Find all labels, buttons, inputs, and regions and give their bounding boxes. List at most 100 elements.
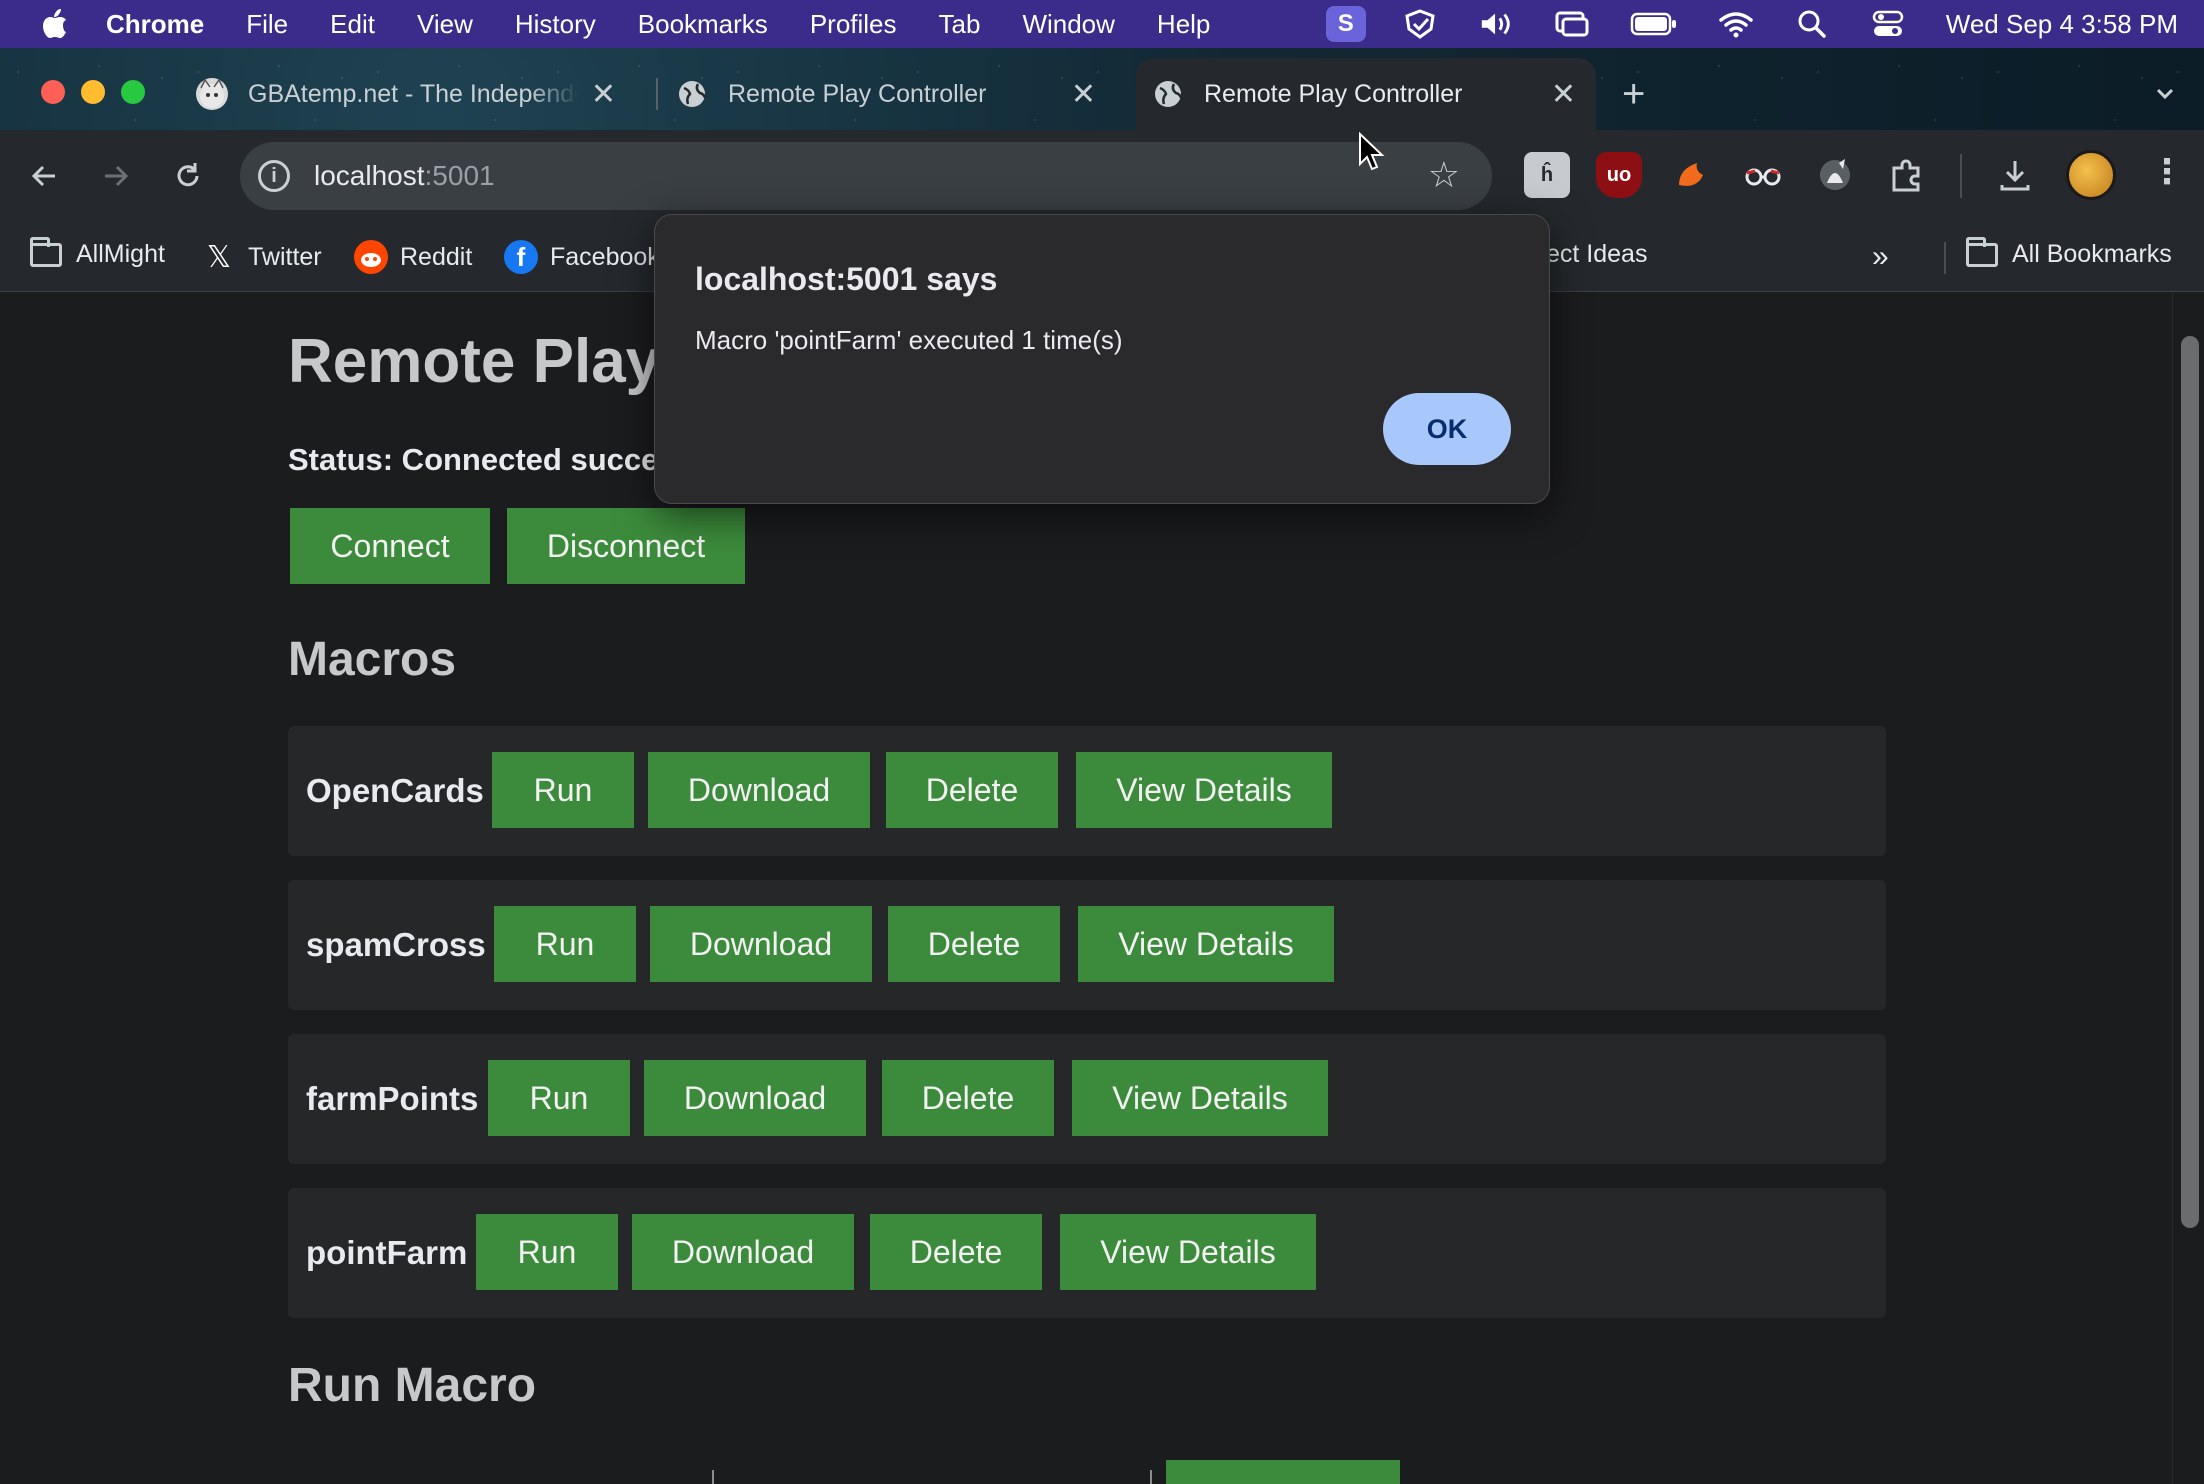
menu-file[interactable]: File — [246, 9, 288, 40]
menu-profiles[interactable]: Profiles — [810, 9, 897, 40]
macro-name: spamCross — [306, 926, 486, 963]
address-bar[interactable]: i localhost:5001 ☆ — [240, 142, 1492, 210]
tab-title: GBAtemp.net - The Independent — [248, 79, 578, 108]
download-macro-button[interactable]: Download — [632, 1214, 854, 1290]
url-port: :5001 — [424, 160, 495, 191]
dialog-ok-button[interactable]: OK — [1383, 393, 1511, 465]
bookmark-label: ect Ideas — [1546, 240, 1648, 268]
macro-name: farmPoints — [306, 1080, 479, 1117]
macros-heading: Macros — [288, 633, 457, 686]
bookmark-label: Facebook — [550, 242, 660, 271]
bookmarks-overflow-chevron-icon[interactable]: » — [1872, 240, 1889, 274]
connect-button[interactable]: Connect — [290, 508, 490, 584]
reddit-icon — [354, 240, 388, 274]
window-minimize-button[interactable] — [81, 80, 105, 104]
download-macro-button[interactable]: Download — [644, 1060, 866, 1136]
menubar-clock[interactable]: Wed Sep 4 3:58 PM — [1946, 9, 2178, 40]
download-macro-button[interactable]: Download — [648, 752, 870, 828]
run-macro-submit-button[interactable] — [1166, 1460, 1400, 1484]
skype-icon[interactable]: S — [1325, 6, 1366, 42]
control-center-icon[interactable] — [1870, 9, 1906, 39]
menu-app-chrome[interactable]: Chrome — [106, 9, 204, 40]
view-details-button[interactable]: View Details — [1076, 752, 1332, 828]
menu-help[interactable]: Help — [1157, 9, 1210, 40]
close-tab-icon[interactable]: ✕ — [591, 77, 616, 112]
battery-icon[interactable] — [1630, 9, 1678, 39]
bookmark-star-icon[interactable]: ☆ — [1428, 154, 1460, 196]
globe-icon — [1152, 78, 1184, 110]
scrollbar-thumb[interactable] — [2181, 336, 2199, 1228]
macos-menubar: Chrome File Edit View History Bookmarks … — [0, 0, 2204, 48]
run-macro-button[interactable]: Run — [476, 1214, 618, 1290]
extensions-puzzle-icon[interactable] — [1884, 152, 1930, 198]
tab-remote-play-active[interactable]: Remote Play Controller ✕ — [1136, 58, 1596, 130]
delete-macro-button[interactable]: Delete — [886, 752, 1058, 828]
glasses-extension-icon[interactable] — [1740, 152, 1786, 198]
disconnect-button[interactable]: Disconnect — [507, 508, 745, 584]
new-tab-plus-icon[interactable]: + — [1622, 72, 1645, 117]
avatar-extension-icon[interactable] — [1812, 152, 1858, 198]
ublock-origin-icon[interactable]: uo — [1596, 152, 1642, 198]
bookmark-project-ideas[interactable]: ect Ideas — [1546, 240, 1647, 269]
bookmark-label: AllMight — [76, 240, 165, 268]
delete-macro-button[interactable]: Delete — [882, 1060, 1054, 1136]
menu-edit[interactable]: Edit — [330, 9, 375, 40]
profile-avatar[interactable] — [2066, 150, 2116, 200]
menubar-status-area: S Wed Sep 4 3:58 PM — [1325, 0, 2204, 48]
view-details-button[interactable]: View Details — [1060, 1214, 1316, 1290]
orange-extension-icon[interactable] — [1668, 152, 1714, 198]
macro-row: OpenCards Run Download Delete View Detai… — [288, 726, 1886, 856]
tab-gbatemp[interactable]: GBAtemp.net - The Independent ✕ — [196, 58, 636, 130]
wifi-icon[interactable] — [1718, 9, 1754, 39]
view-details-button[interactable]: View Details — [1078, 906, 1334, 982]
all-bookmarks[interactable]: All Bookmarks — [1966, 236, 2172, 269]
bookmark-label: Twitter — [248, 242, 322, 271]
input-edge — [1150, 1470, 1152, 1484]
reload-icon[interactable] — [166, 154, 210, 198]
run-macro-button[interactable]: Run — [492, 752, 634, 828]
window-maximize-button[interactable] — [121, 80, 145, 104]
view-details-button[interactable]: View Details — [1072, 1060, 1328, 1136]
menu-tab[interactable]: Tab — [939, 9, 981, 40]
browser-toolbar: i localhost:5001 ☆ ĥ uo ⋮ — [0, 130, 2204, 222]
tab-remote-play-1[interactable]: Remote Play Controller ✕ — [676, 58, 1116, 130]
forward-arrow-icon[interactable] — [94, 154, 138, 198]
downloads-icon[interactable] — [1992, 152, 2038, 198]
tab-title: Remote Play Controller — [1204, 79, 1463, 108]
menu-bookmarks[interactable]: Bookmarks — [638, 9, 768, 40]
vpn-shield-icon[interactable] — [1402, 9, 1438, 39]
alert-dialog: localhost:5001 says Macro 'pointFarm' ex… — [654, 214, 1550, 504]
bookmark-label: All Bookmarks — [2012, 240, 2172, 268]
download-macro-button[interactable]: Download — [650, 906, 872, 982]
chrome-menu-kebab-icon[interactable]: ⋮ — [2150, 152, 2184, 192]
gbatemp-icon — [196, 78, 228, 110]
close-tab-icon[interactable]: ✕ — [1551, 77, 1576, 112]
macro-name: OpenCards — [306, 772, 484, 809]
menu-history[interactable]: History — [515, 9, 596, 40]
bookmark-facebook[interactable]: f Facebook — [504, 240, 660, 274]
extension-puzzle-app-icon[interactable]: ĥ — [1524, 152, 1570, 198]
screen-mirroring-icon[interactable] — [1554, 9, 1590, 39]
bookmark-allmight[interactable]: AllMight — [30, 236, 165, 269]
menu-window[interactable]: Window — [1022, 9, 1114, 40]
spotlight-search-icon[interactable] — [1794, 9, 1830, 39]
apple-logo-icon[interactable] — [40, 8, 68, 40]
x-icon: 𝕏 — [206, 240, 232, 274]
volume-icon[interactable] — [1478, 9, 1514, 39]
page-scrollbar[interactable] — [2172, 292, 2204, 1484]
run-macro-button[interactable]: Run — [494, 906, 636, 982]
menu-view[interactable]: View — [417, 9, 473, 40]
window-close-button[interactable] — [41, 80, 65, 104]
run-macro-button[interactable]: Run — [488, 1060, 630, 1136]
folder-icon — [30, 236, 62, 267]
bookmark-twitter[interactable]: 𝕏 Twitter — [202, 240, 322, 274]
bookmark-label: Reddit — [400, 242, 473, 271]
tab-search-chevron-icon[interactable] — [2148, 76, 2182, 110]
address-url[interactable]: localhost:5001 — [314, 160, 495, 192]
site-info-icon[interactable]: i — [258, 160, 290, 192]
back-arrow-icon[interactable] — [22, 154, 66, 198]
close-tab-icon[interactable]: ✕ — [1071, 77, 1096, 112]
delete-macro-button[interactable]: Delete — [888, 906, 1060, 982]
delete-macro-button[interactable]: Delete — [870, 1214, 1042, 1290]
bookmark-reddit[interactable]: Reddit — [354, 240, 472, 274]
